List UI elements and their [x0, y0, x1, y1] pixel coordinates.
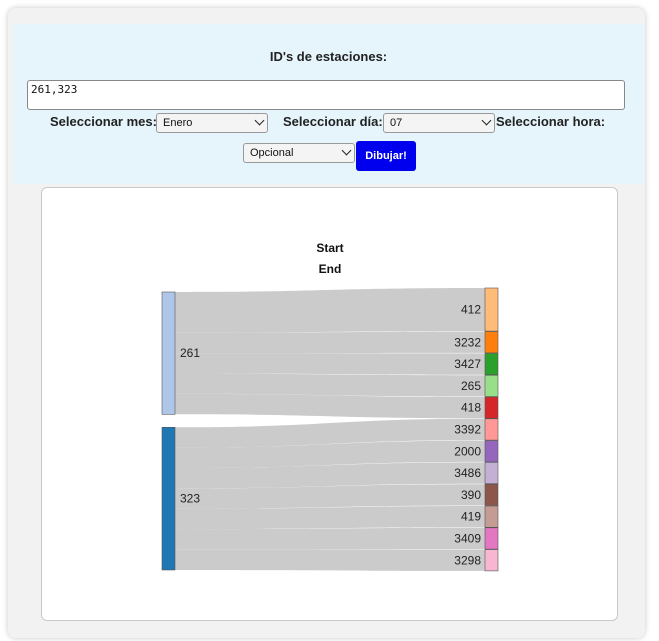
- sankey-node-label: 412: [461, 303, 481, 317]
- ids-input[interactable]: [27, 80, 625, 110]
- sankey-link-261-265: [175, 373, 485, 397]
- sankey-node-label: 2000: [454, 444, 481, 458]
- sankey-node-323: [161, 426, 176, 571]
- day-label: Seleccionar día:: [283, 114, 383, 129]
- sankey-node-label: 3232: [454, 335, 481, 349]
- sankey-node-412: [484, 287, 499, 332]
- chevron-down-icon: [254, 115, 265, 126]
- month-select-value: Enero: [163, 117, 193, 129]
- sankey-node-label: 261: [180, 346, 200, 360]
- hour-label: Seleccionar hora:: [496, 114, 606, 129]
- chevron-down-icon: [481, 115, 492, 126]
- chevron-down-icon: [341, 145, 352, 156]
- chart-panel: Start End 261 323 412 3232 3427 265 418 3392 2000 3…: [41, 187, 618, 621]
- sankey-node-3409: [484, 527, 499, 550]
- sankey-node-3392: [484, 418, 499, 441]
- hour-select-value: Opcional: [250, 147, 294, 159]
- sankey-node-label: 390: [461, 488, 481, 502]
- sankey-node-label: 265: [461, 379, 481, 393]
- controls-panel: ID's de estaciones: Seleccionar mes: Ene…: [13, 24, 644, 184]
- sankey-link-261-418: [175, 393, 485, 419]
- sankey-node-label: 3392: [454, 422, 481, 436]
- sankey-node-3232: [484, 331, 499, 354]
- sankey-link-261-3427: [175, 353, 485, 375]
- sankey-link-323-3409: [175, 527, 485, 550]
- sankey-node-3427: [484, 353, 499, 375]
- sankey-chart: Start End 261 323 412 3232 3427 265 418 3392 2000 3…: [161, 241, 499, 572]
- sankey-header-start: Start: [316, 241, 343, 255]
- sankey-node-label: 419: [461, 510, 481, 524]
- sankey-node-3486: [484, 462, 499, 484]
- sankey-node-label: 3427: [454, 357, 481, 371]
- sankey-node-label: 418: [461, 401, 481, 415]
- draw-button[interactable]: Dibujar!: [356, 141, 416, 171]
- sankey-node-265: [484, 374, 499, 397]
- sankey-node-label: 3298: [454, 553, 481, 567]
- sankey-link-323-419: [175, 506, 485, 530]
- sankey-node-419: [484, 505, 499, 528]
- sankey-link-261-3232: [175, 331, 485, 354]
- month-select[interactable]: Enero: [156, 113, 268, 133]
- hour-select[interactable]: Opcional: [243, 143, 355, 163]
- sankey-node-390: [484, 483, 499, 506]
- sankey-node-3298: [484, 549, 499, 572]
- sankey-node-label: 3409: [454, 531, 481, 545]
- month-label: Seleccionar mes:: [50, 114, 157, 129]
- sankey-node-2000: [484, 440, 499, 463]
- sankey-header-end: End: [319, 262, 342, 276]
- day-select[interactable]: 07: [383, 113, 495, 133]
- sankey-node-418: [484, 396, 499, 419]
- sankey-link-323-3298: [175, 549, 485, 571]
- sankey-node-label: 3486: [454, 466, 481, 480]
- sankey-link-261-412: [175, 288, 485, 333]
- sankey-node-label: 323: [180, 492, 200, 506]
- day-select-value: 07: [390, 117, 403, 129]
- sankey-node-261: [161, 291, 176, 415]
- ids-label: ID's de estaciones:: [269, 49, 388, 64]
